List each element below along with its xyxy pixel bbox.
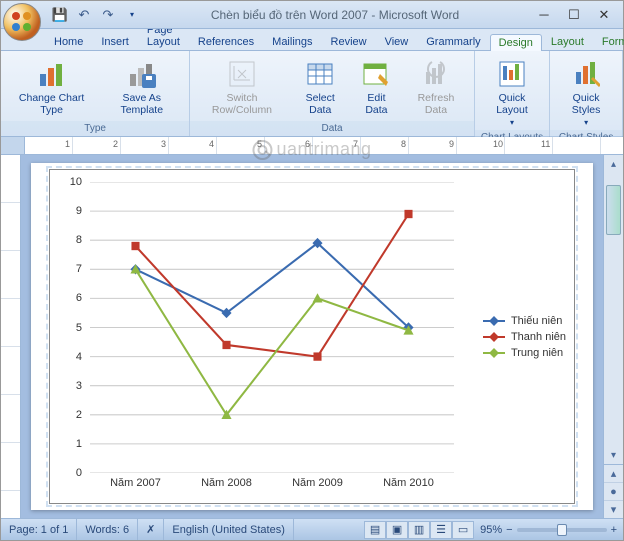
window-title: Chèn biểu đồ trên Word 2007 - Microsoft … <box>141 8 529 22</box>
zoom-out-button[interactable]: − <box>506 524 512 536</box>
zoom-control: 95% − + <box>474 524 623 536</box>
tab-insert[interactable]: Insert <box>92 33 138 50</box>
status-words[interactable]: Words: 6 <box>77 519 138 540</box>
redo-icon[interactable]: ↷ <box>99 6 117 24</box>
status-language[interactable]: English (United States) <box>164 519 294 540</box>
save-as-template-button[interactable]: Save As Template <box>100 55 183 119</box>
title-bar: 💾 ↶ ↷ ▾ Chèn biểu đồ trên Word 2007 - Mi… <box>1 1 623 29</box>
quick-layout-button[interactable]: Quick Layout▾ <box>481 55 543 130</box>
vertical-ruler[interactable] <box>1 155 21 518</box>
refresh-data-label: Refresh Data <box>409 92 463 116</box>
chart-y-axis: 012345678910 <box>56 182 86 473</box>
refresh-icon <box>420 58 452 90</box>
status-bar: Page: 1 of 1 Words: 6 ✗ English (United … <box>1 518 623 540</box>
quick-access-toolbar: 💾 ↶ ↷ ▾ <box>51 6 141 24</box>
document-page: 012345678910 Năm 2007Năm 2008Năm 2009Năm… <box>31 163 593 510</box>
minimize-button[interactable]: ─ <box>529 5 559 25</box>
switch-icon <box>226 58 258 90</box>
scroll-down-icon[interactable]: ▾ <box>604 446 623 464</box>
change-chart-type-button[interactable]: Change Chart Type <box>7 55 96 119</box>
legend-label: Thanh niên <box>511 331 566 343</box>
edit-data-button[interactable]: Edit Data <box>353 55 400 119</box>
tab-grammarly[interactable]: Grammarly <box>417 33 489 50</box>
scroll-thumb[interactable] <box>606 185 621 235</box>
quick-styles-icon <box>570 58 602 90</box>
legend-label: Thiếu niên <box>511 315 562 327</box>
legend-marker-icon <box>483 336 505 338</box>
select-data-icon <box>304 58 336 90</box>
ribbon-tabs: Home Insert Page Layout References Maili… <box>1 29 623 51</box>
tab-mailings[interactable]: Mailings <box>263 33 321 50</box>
ruler-corner <box>1 137 25 154</box>
legend-marker-icon <box>483 352 505 354</box>
quick-styles-label: Quick Styles <box>561 92 611 116</box>
switch-label: Switch Row/Column <box>201 92 282 116</box>
quick-layout-icon <box>496 58 528 90</box>
vertical-scrollbar[interactable]: ▴ ▾ ▴ ● ▾ <box>603 155 623 518</box>
undo-icon[interactable]: ↶ <box>75 6 93 24</box>
chart-type-icon <box>36 58 68 90</box>
next-page-icon[interactable]: ▾ <box>604 501 623 519</box>
print-layout-view-icon[interactable]: ▤ <box>364 521 386 539</box>
change-chart-type-label: Change Chart Type <box>12 92 91 116</box>
outline-view-icon[interactable]: ☰ <box>430 521 452 539</box>
zoom-in-button[interactable]: + <box>611 524 617 536</box>
tab-view[interactable]: View <box>376 33 418 50</box>
chart-plot-area <box>90 182 454 473</box>
chart-object[interactable]: 012345678910 Năm 2007Năm 2008Năm 2009Năm… <box>49 169 575 504</box>
chart-legend: Thiếu niên Thanh niên Trung niên <box>483 311 566 363</box>
tab-review[interactable]: Review <box>322 33 376 50</box>
ribbon: Change Chart Type Save As Template Type … <box>1 51 623 137</box>
select-data-button[interactable]: Select Data <box>292 55 349 119</box>
refresh-data-button: Refresh Data <box>404 55 468 119</box>
view-buttons: ▤ ▣ ▥ ☰ ▭ <box>364 521 474 539</box>
tab-references[interactable]: References <box>189 33 263 50</box>
group-data: Switch Row/Column Select Data Edit Data … <box>190 51 475 136</box>
prev-page-icon[interactable]: ▴ <box>604 465 623 483</box>
group-type-label: Type <box>1 121 189 136</box>
legend-label: Trung niên <box>511 347 563 359</box>
save-as-template-label: Save As Template <box>105 92 178 116</box>
web-layout-view-icon[interactable]: ▥ <box>408 521 430 539</box>
edit-data-label: Edit Data <box>358 92 395 116</box>
status-proofing[interactable]: ✗ <box>138 519 164 540</box>
legend-marker-icon <box>483 320 505 322</box>
quick-layout-label: Quick Layout <box>486 92 538 116</box>
legend-item: Trung niên <box>483 347 566 359</box>
close-button[interactable]: ✕ <box>589 5 619 25</box>
group-chart-styles: Quick Styles▾ Chart Styles <box>550 51 623 136</box>
group-data-label: Data <box>190 121 474 136</box>
zoom-slider[interactable] <box>517 528 607 532</box>
maximize-button[interactable]: ☐ <box>559 5 589 25</box>
legend-item: Thanh niên <box>483 331 566 343</box>
document-area: 012345678910 Năm 2007Năm 2008Năm 2009Năm… <box>21 155 603 518</box>
tab-design[interactable]: Design <box>490 34 542 51</box>
horizontal-ruler[interactable]: 1234567891011 <box>1 137 623 155</box>
scroll-up-icon[interactable]: ▴ <box>604 155 623 173</box>
quick-styles-button[interactable]: Quick Styles▾ <box>556 55 616 130</box>
full-screen-view-icon[interactable]: ▣ <box>386 521 408 539</box>
browse-object-icon[interactable]: ● <box>604 483 623 501</box>
ruler-scale: 1234567891011 <box>25 137 623 154</box>
zoom-level[interactable]: 95% <box>480 524 502 536</box>
tab-layout[interactable]: Layout <box>542 33 593 50</box>
tab-format[interactable]: Format <box>593 33 624 50</box>
group-chart-layouts: Quick Layout▾ Chart Layouts <box>475 51 550 136</box>
qat-customize-icon[interactable]: ▾ <box>123 6 141 24</box>
office-button[interactable] <box>3 3 41 41</box>
tab-home[interactable]: Home <box>45 33 92 50</box>
group-type: Change Chart Type Save As Template Type <box>1 51 190 136</box>
draft-view-icon[interactable]: ▭ <box>452 521 474 539</box>
browse-object-nav: ▴ ● ▾ <box>604 464 623 518</box>
chart-x-axis: Năm 2007Năm 2008Năm 2009Năm 2010 <box>90 477 454 497</box>
save-template-icon <box>126 58 158 90</box>
edit-data-icon <box>360 58 392 90</box>
save-icon[interactable]: 💾 <box>51 6 69 24</box>
select-data-label: Select Data <box>297 92 344 116</box>
legend-item: Thiếu niên <box>483 315 566 327</box>
switch-row-column-button: Switch Row/Column <box>196 55 287 119</box>
proofing-icon: ✗ <box>146 523 155 536</box>
status-page[interactable]: Page: 1 of 1 <box>1 519 77 540</box>
